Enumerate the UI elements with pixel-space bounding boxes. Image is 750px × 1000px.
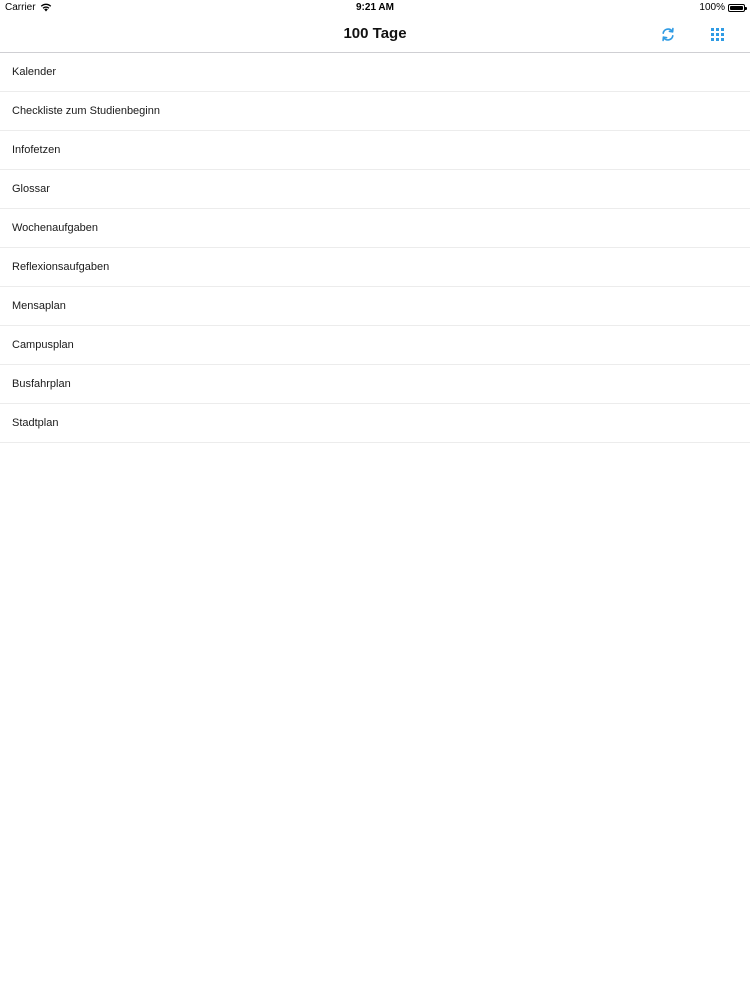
- battery-icon: [728, 3, 747, 12]
- menu-item-kalender[interactable]: Kalender: [0, 53, 750, 92]
- status-battery-group: 100%: [699, 2, 747, 13]
- menu-item-infofetzen[interactable]: Infofetzen: [0, 131, 750, 170]
- status-time: 9:21 AM: [356, 2, 394, 13]
- menu-item-stadtplan[interactable]: Stadtplan: [0, 404, 750, 443]
- menu-item-glossar[interactable]: Glossar: [0, 170, 750, 209]
- menu-item-reflexionsaufgaben[interactable]: Reflexionsaufgaben: [0, 248, 750, 287]
- menu-item-wochenaufgaben[interactable]: Wochenaufgaben: [0, 209, 750, 248]
- refresh-icon: [662, 27, 674, 41]
- navigation-bar: 100 Tage: [0, 16, 750, 53]
- grid-icon: [710, 27, 724, 41]
- refresh-button[interactable]: [659, 25, 677, 43]
- menu-list: Kalender Checkliste zum Studienbeginn In…: [0, 53, 750, 443]
- menu-item-checkliste[interactable]: Checkliste zum Studienbeginn: [0, 92, 750, 131]
- menu-item-mensaplan[interactable]: Mensaplan: [0, 287, 750, 326]
- menu-item-busfahrplan[interactable]: Busfahrplan: [0, 365, 750, 404]
- battery-percent: 100%: [699, 2, 725, 13]
- page-title: 100 Tage: [343, 25, 407, 42]
- menu-item-campusplan[interactable]: Campusplan: [0, 326, 750, 365]
- status-bar: Carrier 9:21 AM 100%: [0, 0, 750, 16]
- grid-menu-button[interactable]: [708, 25, 726, 43]
